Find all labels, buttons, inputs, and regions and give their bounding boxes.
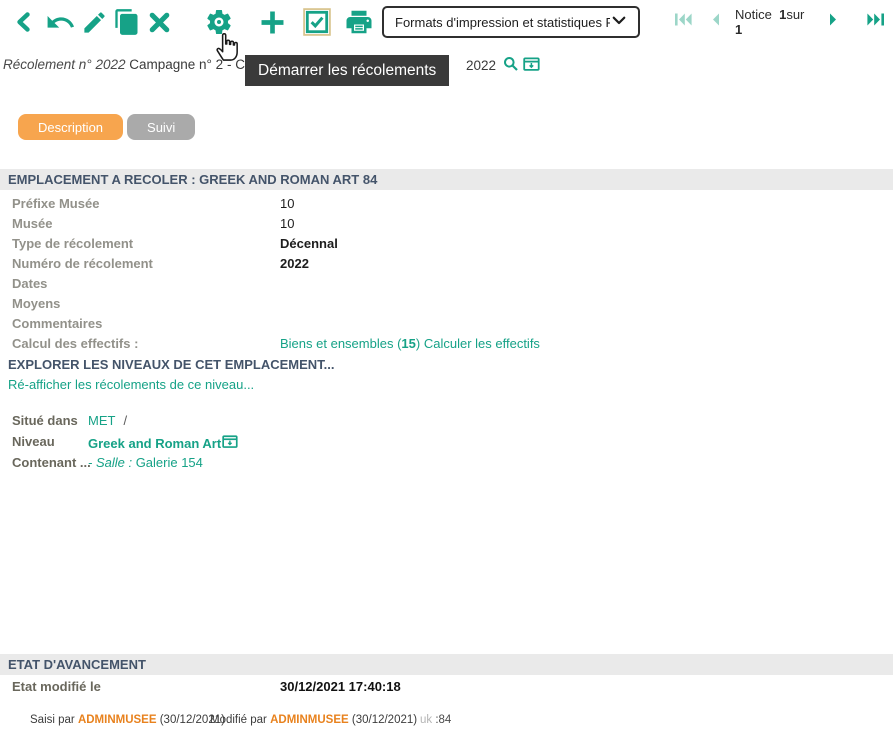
tab-bar: Description Suivi [18,114,195,140]
chevron-down-icon [610,11,628,34]
tab-suivi[interactable]: Suivi [127,114,195,140]
add-button[interactable] [257,7,288,38]
open-level-icon[interactable] [222,434,238,452]
skip-first-icon [674,11,693,33]
field-row: Dates [0,274,893,294]
record-nav: Notice 1sur 1 [666,7,893,37]
notice-counter: Notice 1sur 1 [735,7,812,37]
previous-record-button[interactable] [701,11,729,33]
tooltip-text: Démarrer les récolements [258,62,436,79]
modifie-user: ADMINMUSEE [270,714,349,726]
plus-icon [257,7,288,38]
delete-button[interactable] [146,9,173,36]
field-row: Commentaires [0,314,893,334]
emplacement-fields: Préfixe Musée10 Musée10 Type de récoleme… [0,194,893,354]
undo-icon [45,7,76,38]
breadcrumb-year: 2022 [466,58,496,73]
tooltip: Démarrer les récolements [245,55,449,86]
chevron-left-icon [12,7,36,37]
section-etat-header: ETAT D'AVANCEMENT [0,654,893,675]
next-record-button[interactable] [820,11,848,33]
field-row: Numéro de récolement2022 [0,254,893,274]
gear-icon [204,7,234,37]
calculer-effectifs-link[interactable]: Calculer les effectifs [424,336,540,351]
checkbox-checked-icon [303,8,331,36]
section-emplacement-header: EMPLACEMENT A RECOLER : GREEK AND ROMAN … [0,169,893,190]
niveau-link[interactable]: Greek and Roman Art [88,434,238,452]
chevron-next-icon [828,11,840,33]
open-window-icon[interactable] [523,56,540,75]
tab-description[interactable]: Description [18,114,123,140]
section-emplacement-title: EMPLACEMENT A RECOLER : GREEK AND ROMAN … [8,172,377,187]
search-icon[interactable] [503,56,519,75]
undo-button[interactable] [45,7,76,38]
copy-icon [113,8,141,36]
print-formats-dropdown[interactable]: Formats d'impression et statistiques PV.… [382,6,640,38]
start-recolement-button[interactable] [204,7,234,37]
effectifs-links: Biens et ensembles (15) Calculer les eff… [280,336,540,351]
last-record-button[interactable] [858,11,893,33]
edit-button[interactable] [81,9,108,36]
print-formats-dropdown-value: Formats d'impression et statistiques PV.… [395,15,610,30]
printer-icon [344,7,374,37]
validate-button[interactable] [303,8,331,36]
skip-last-icon [866,11,885,33]
saisi-user: ADMINMUSEE [78,714,157,726]
chevron-prev-icon [709,11,721,33]
field-row: Musée10 [0,214,893,234]
first-record-button[interactable] [666,11,701,33]
field-row: Calcul des effectifs : Biens et ensemble… [0,334,893,354]
back-button[interactable] [12,7,36,37]
modifie-par: Modifié par ADMINMUSEE (30/12/2021) [210,714,417,726]
breadcrumb-campagne: Campagne n° 2 - Ca [125,57,252,72]
print-button[interactable] [344,7,374,37]
refresh-recolements-link[interactable]: Ré-afficher les récolements de ce niveau… [8,377,254,392]
duplicate-button[interactable] [113,8,141,36]
field-row: Préfixe Musée10 [0,194,893,214]
field-row: Type de récolementDécennal [0,234,893,254]
biens-ensembles-link[interactable]: Biens et ensembles (15) [280,336,420,351]
breadcrumb-right: 2022 [466,56,540,75]
uk-badge: uk :84 [420,714,451,726]
salle-link[interactable]: - Salle : Galerie 154 [88,455,203,470]
met-link[interactable]: MET [88,413,115,428]
explorer-title: EXPLORER LES NIVEAUX DE CET EMPLACEMENT.… [8,357,335,372]
toolbar: Formats d'impression et statistiques PV.… [0,2,893,42]
field-row: Moyens [0,294,893,314]
breadcrumb: Récolement n° 2022 Campagne n° 2 - Ca [3,57,252,72]
breadcrumb-recolement: Récolement n° 2022 [3,57,125,72]
close-icon [146,9,173,36]
pencil-icon [81,9,108,36]
section-etat-title: ETAT D'AVANCEMENT [8,657,146,672]
saisi-par: Saisi par ADMINMUSEE (30/12/2021) [30,714,225,726]
